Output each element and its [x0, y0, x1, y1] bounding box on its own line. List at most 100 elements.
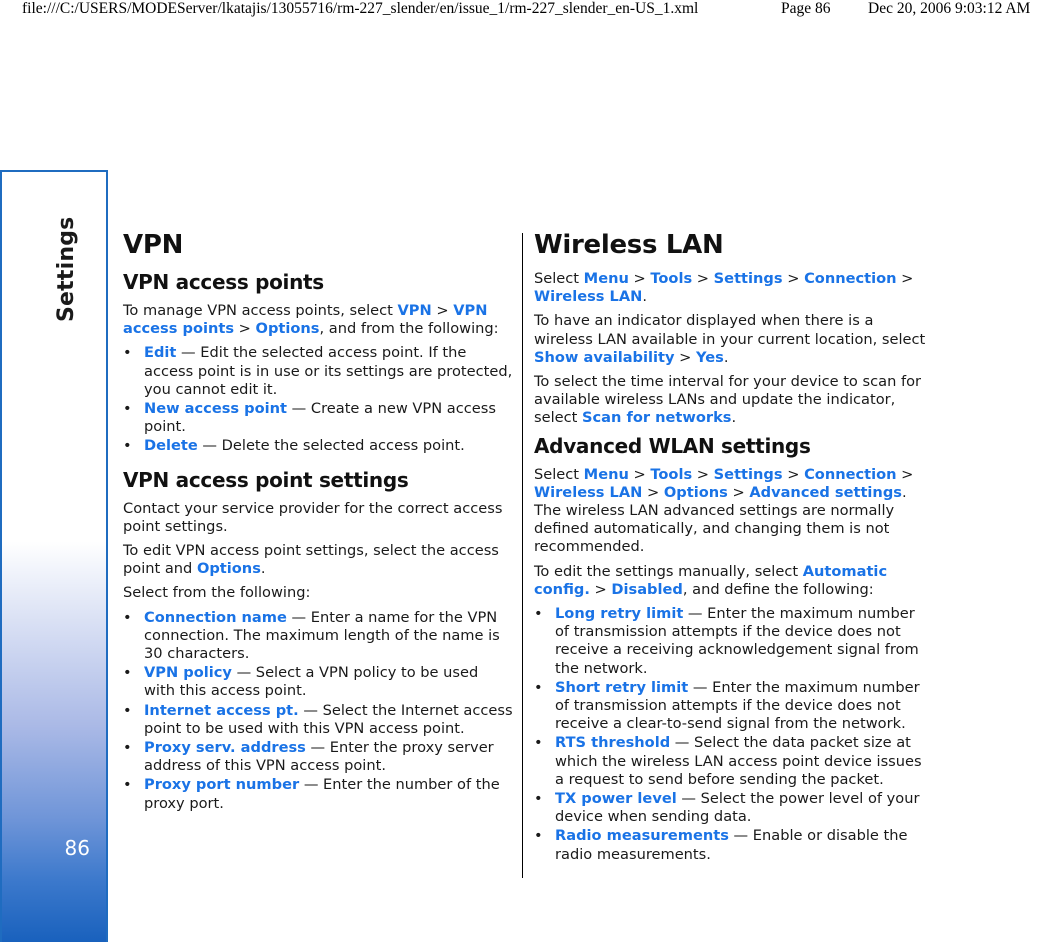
link-wireless-lan[interactable]: Wireless LAN: [534, 484, 642, 501]
text: To edit the settings manually, select: [534, 562, 803, 580]
vpn-access-point-settings-heading: VPN access point settings: [123, 467, 409, 492]
link-settings[interactable]: Settings: [714, 270, 783, 287]
chapter-sidebar: Settings 86: [0, 170, 108, 942]
text: To edit VPN access point settings, selec…: [123, 542, 499, 578]
link-disabled[interactable]: Disabled: [611, 581, 682, 598]
link-tx-power-level[interactable]: TX power level: [555, 790, 677, 807]
list-item: • TX power level — Select the power level…: [534, 790, 926, 826]
print-header: file:///C:/USERS/MODEServer/lkatajis/130…: [0, 0, 1045, 20]
link-options[interactable]: Options: [664, 484, 728, 501]
list-item: • Long retry limit — Enter the maximum nu…: [534, 605, 926, 678]
paragraph: To edit the settings manually, select Au…: [534, 563, 926, 599]
text: Select: [534, 465, 584, 483]
vpn-settings-list: • Connection name — Enter a name for the …: [123, 609, 513, 813]
link-advanced-settings[interactable]: Advanced settings: [749, 484, 902, 501]
paragraph: To select the time interval for your dev…: [534, 373, 926, 428]
link-yes[interactable]: Yes: [696, 349, 724, 366]
left-column: VPN VPN access points To manage VPN acce…: [123, 230, 513, 825]
vpn-options-list: • Edit — Edit the selected access point. …: [123, 344, 513, 455]
separator: >: [431, 302, 454, 319]
bullet-icon: •: [123, 344, 132, 362]
separator: >: [234, 320, 256, 338]
link-connection[interactable]: Connection: [804, 270, 896, 287]
bullet-icon: •: [123, 664, 132, 682]
advanced-wlan-heading: Advanced WLAN settings: [534, 433, 811, 458]
list-item: • Delete — Delete the selected access poi…: [123, 437, 513, 455]
text: , and from the following:: [319, 320, 499, 338]
link-connection[interactable]: Connection: [804, 466, 896, 483]
paragraph: Contact your service provider for the co…: [123, 499, 503, 535]
link-long-retry-limit[interactable]: Long retry limit: [555, 605, 683, 622]
vpn-access-points-heading: VPN access points: [123, 270, 324, 294]
link-edit[interactable]: Edit: [144, 344, 176, 361]
link-settings[interactable]: Settings: [714, 466, 783, 483]
text: , and define the following:: [682, 580, 874, 598]
vpn-title: VPN: [123, 230, 184, 260]
right-column: Wireless LAN Select Menu > Tools > Setti…: [534, 230, 926, 876]
link-options[interactable]: Options: [256, 320, 320, 337]
link-short-retry-limit[interactable]: Short retry limit: [555, 679, 688, 696]
list-item: • Internet access pt. — Select the Intern…: [123, 702, 513, 738]
list-item: • Edit — Edit the selected access point. …: [123, 344, 513, 399]
link-rts-threshold[interactable]: RTS threshold: [555, 734, 670, 751]
bullet-icon: •: [123, 701, 132, 719]
separator: >: [642, 483, 664, 501]
list-item: • Connection name — Enter a name for the …: [123, 609, 513, 664]
link-connection-name[interactable]: Connection name: [144, 609, 287, 626]
text: .: [260, 560, 266, 578]
list-item: • New access point — Create a new VPN acc…: [123, 400, 513, 436]
bullet-icon: •: [123, 400, 132, 418]
advanced-settings-list: • Long retry limit — Enter the maximum nu…: [534, 605, 926, 864]
page-number: 86: [64, 836, 90, 860]
list-item: • Proxy serv. address — Enter the proxy s…: [123, 739, 513, 775]
paragraph: To have an indicator displayed when ther…: [534, 312, 926, 367]
list-item: • Radio measurements — Enable or disable …: [534, 827, 926, 863]
text: .: [642, 288, 647, 306]
list-item: • Proxy port number — Enter the number of…: [123, 776, 513, 812]
bullet-icon: •: [534, 605, 543, 623]
link-menu[interactable]: Menu: [584, 270, 629, 287]
wireless-lan-title: Wireless LAN: [534, 230, 724, 260]
link-new-access-point[interactable]: New access point: [144, 400, 287, 417]
link-proxy-port-number[interactable]: Proxy port number: [144, 776, 299, 793]
link-menu[interactable]: Menu: [584, 466, 629, 483]
paragraph: Select Menu > Tools > Settings > Connect…: [534, 466, 926, 557]
link-show-availability[interactable]: Show availability: [534, 349, 675, 366]
paragraph: To edit VPN access point settings, selec…: [123, 542, 513, 578]
list-item: • Short retry limit — Enter the maximum n…: [534, 679, 926, 734]
link-radio-measurements[interactable]: Radio measurements: [555, 827, 729, 844]
link-tools[interactable]: Tools: [650, 270, 692, 287]
text: .: [723, 348, 729, 366]
list-item: • VPN policy — Select a VPN policy to be …: [123, 664, 513, 700]
bullet-icon: •: [534, 827, 543, 845]
link-delete[interactable]: Delete: [144, 437, 198, 454]
link-wireless-lan[interactable]: Wireless LAN: [534, 288, 642, 305]
column-divider: [522, 233, 523, 878]
separator: >: [589, 580, 612, 598]
text: To manage VPN access points, select: [123, 302, 398, 319]
link-tools[interactable]: Tools: [650, 466, 692, 483]
file-path: file:///C:/USERS/MODEServer/lkatajis/130…: [22, 0, 699, 17]
bullet-icon: •: [123, 608, 132, 626]
text: Select: [534, 270, 584, 287]
separator: >: [628, 465, 651, 483]
separator: >: [782, 465, 805, 483]
link-proxy-serv-address[interactable]: Proxy serv. address: [144, 739, 306, 756]
separator: >: [674, 348, 697, 366]
text: .: [731, 409, 737, 427]
print-date: Dec 20, 2006 9:03:12 AM: [868, 0, 1031, 17]
bullet-icon: •: [123, 437, 132, 455]
link-scan-for-networks[interactable]: Scan for networks: [582, 409, 732, 426]
link-options[interactable]: Options: [197, 560, 261, 577]
separator: >: [692, 270, 714, 287]
link-vpn[interactable]: VPN: [398, 302, 432, 319]
link-internet-access-pt[interactable]: Internet access pt.: [144, 702, 299, 719]
item-desc: — Edit the selected access point. If the…: [144, 344, 513, 398]
bullet-icon: •: [123, 739, 132, 757]
link-vpn-policy[interactable]: VPN policy: [144, 664, 232, 681]
text: To have an indicator displayed when ther…: [534, 312, 926, 348]
page-label: Page 86: [781, 0, 831, 17]
separator: >: [692, 465, 714, 483]
bullet-icon: •: [534, 678, 543, 696]
separator: >: [896, 270, 914, 287]
